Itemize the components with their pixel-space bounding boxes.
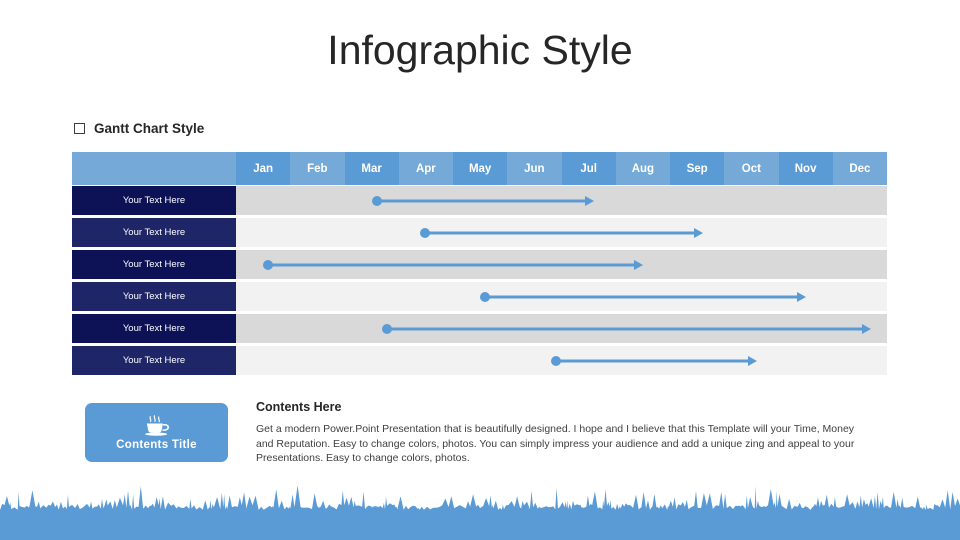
gantt-bar[interactable] xyxy=(382,323,871,335)
gantt-row-label: Your Text Here xyxy=(72,346,236,375)
gantt-bar[interactable] xyxy=(371,195,595,207)
month-header-may: May xyxy=(453,152,508,185)
gantt-row: Your Text Here xyxy=(72,281,887,313)
gantt-bar-line xyxy=(484,295,799,298)
contents-text-block: Contents Here Get a modern Power.Point P… xyxy=(256,400,864,466)
gantt-bar-line xyxy=(267,263,636,266)
gantt-row-track xyxy=(236,186,887,215)
gantt-row: Your Text Here xyxy=(72,345,887,377)
month-header-jul: Jul xyxy=(561,152,616,185)
hollow-square-bullet-icon xyxy=(74,123,85,134)
contents-heading: Contents Here xyxy=(256,400,342,414)
gantt-row-label: Your Text Here xyxy=(72,314,236,343)
gantt-bar-arrow-icon xyxy=(796,291,806,302)
gantt-row-label: Your Text Here xyxy=(72,218,236,247)
contents-card-title: Contents Title xyxy=(116,438,197,451)
gantt-bar-line xyxy=(375,199,588,202)
gantt-bar-line xyxy=(424,231,696,234)
blue-grass-silhouette xyxy=(0,485,960,540)
page-title: Infographic Style xyxy=(327,27,633,73)
gantt-row-label: Your Text Here xyxy=(72,250,236,279)
gantt-bar[interactable] xyxy=(420,227,703,239)
gantt-row-label: Your Text Here xyxy=(72,186,236,215)
contents-title-card[interactable]: Contents Title xyxy=(85,403,228,462)
gantt-bar[interactable] xyxy=(480,291,806,303)
month-header-oct: Oct xyxy=(724,152,779,185)
gantt-bar[interactable] xyxy=(550,355,757,367)
coffee-cup-icon xyxy=(144,414,169,436)
month-header-sep: Sep xyxy=(670,152,725,185)
gantt-bar-line xyxy=(554,359,750,362)
gantt-row-track xyxy=(236,282,887,311)
gantt-header-corner xyxy=(72,152,236,185)
gantt-bar-arrow-icon xyxy=(861,323,871,334)
month-header-jan: Jan xyxy=(236,152,291,185)
section-heading: Gantt Chart Style xyxy=(74,121,204,136)
month-header-mar: Mar xyxy=(344,152,399,185)
gantt-bar-arrow-icon xyxy=(747,355,757,366)
month-header-dec: Dec xyxy=(832,152,887,185)
gantt-bar-arrow-icon xyxy=(585,195,595,206)
gantt-row-label: Your Text Here xyxy=(72,282,236,311)
gantt-row-track xyxy=(236,314,887,343)
month-header-nov: Nov xyxy=(778,152,833,185)
gantt-row: Your Text Here xyxy=(72,313,887,345)
gantt-row: Your Text Here xyxy=(72,217,887,249)
gantt-bar-line xyxy=(386,327,864,330)
gantt-row-track xyxy=(236,250,887,279)
gantt-bar-arrow-icon xyxy=(693,227,703,238)
gantt-bar-arrow-icon xyxy=(633,259,643,270)
gantt-row: Your Text Here xyxy=(72,249,887,281)
month-header-jun: Jun xyxy=(507,152,562,185)
gantt-row-track xyxy=(236,218,887,247)
gantt-chart: Jan Feb Mar Apr May Jun Jul Aug Sep Oct … xyxy=(72,152,887,378)
month-header-apr: Apr xyxy=(398,152,453,185)
month-header-aug: Aug xyxy=(615,152,670,185)
gantt-row-track xyxy=(236,346,887,375)
section-heading-label: Gantt Chart Style xyxy=(94,121,205,136)
gantt-bar[interactable] xyxy=(263,259,643,271)
gantt-row: Your Text Here xyxy=(72,185,887,217)
gantt-rows: Your Text Here Your Text Here Your Text … xyxy=(72,185,887,377)
contents-body: Get a modern Power.Point Presentation th… xyxy=(256,423,855,464)
gantt-header-row: Jan Feb Mar Apr May Jun Jul Aug Sep Oct … xyxy=(72,152,887,185)
month-header-feb: Feb xyxy=(290,152,345,185)
